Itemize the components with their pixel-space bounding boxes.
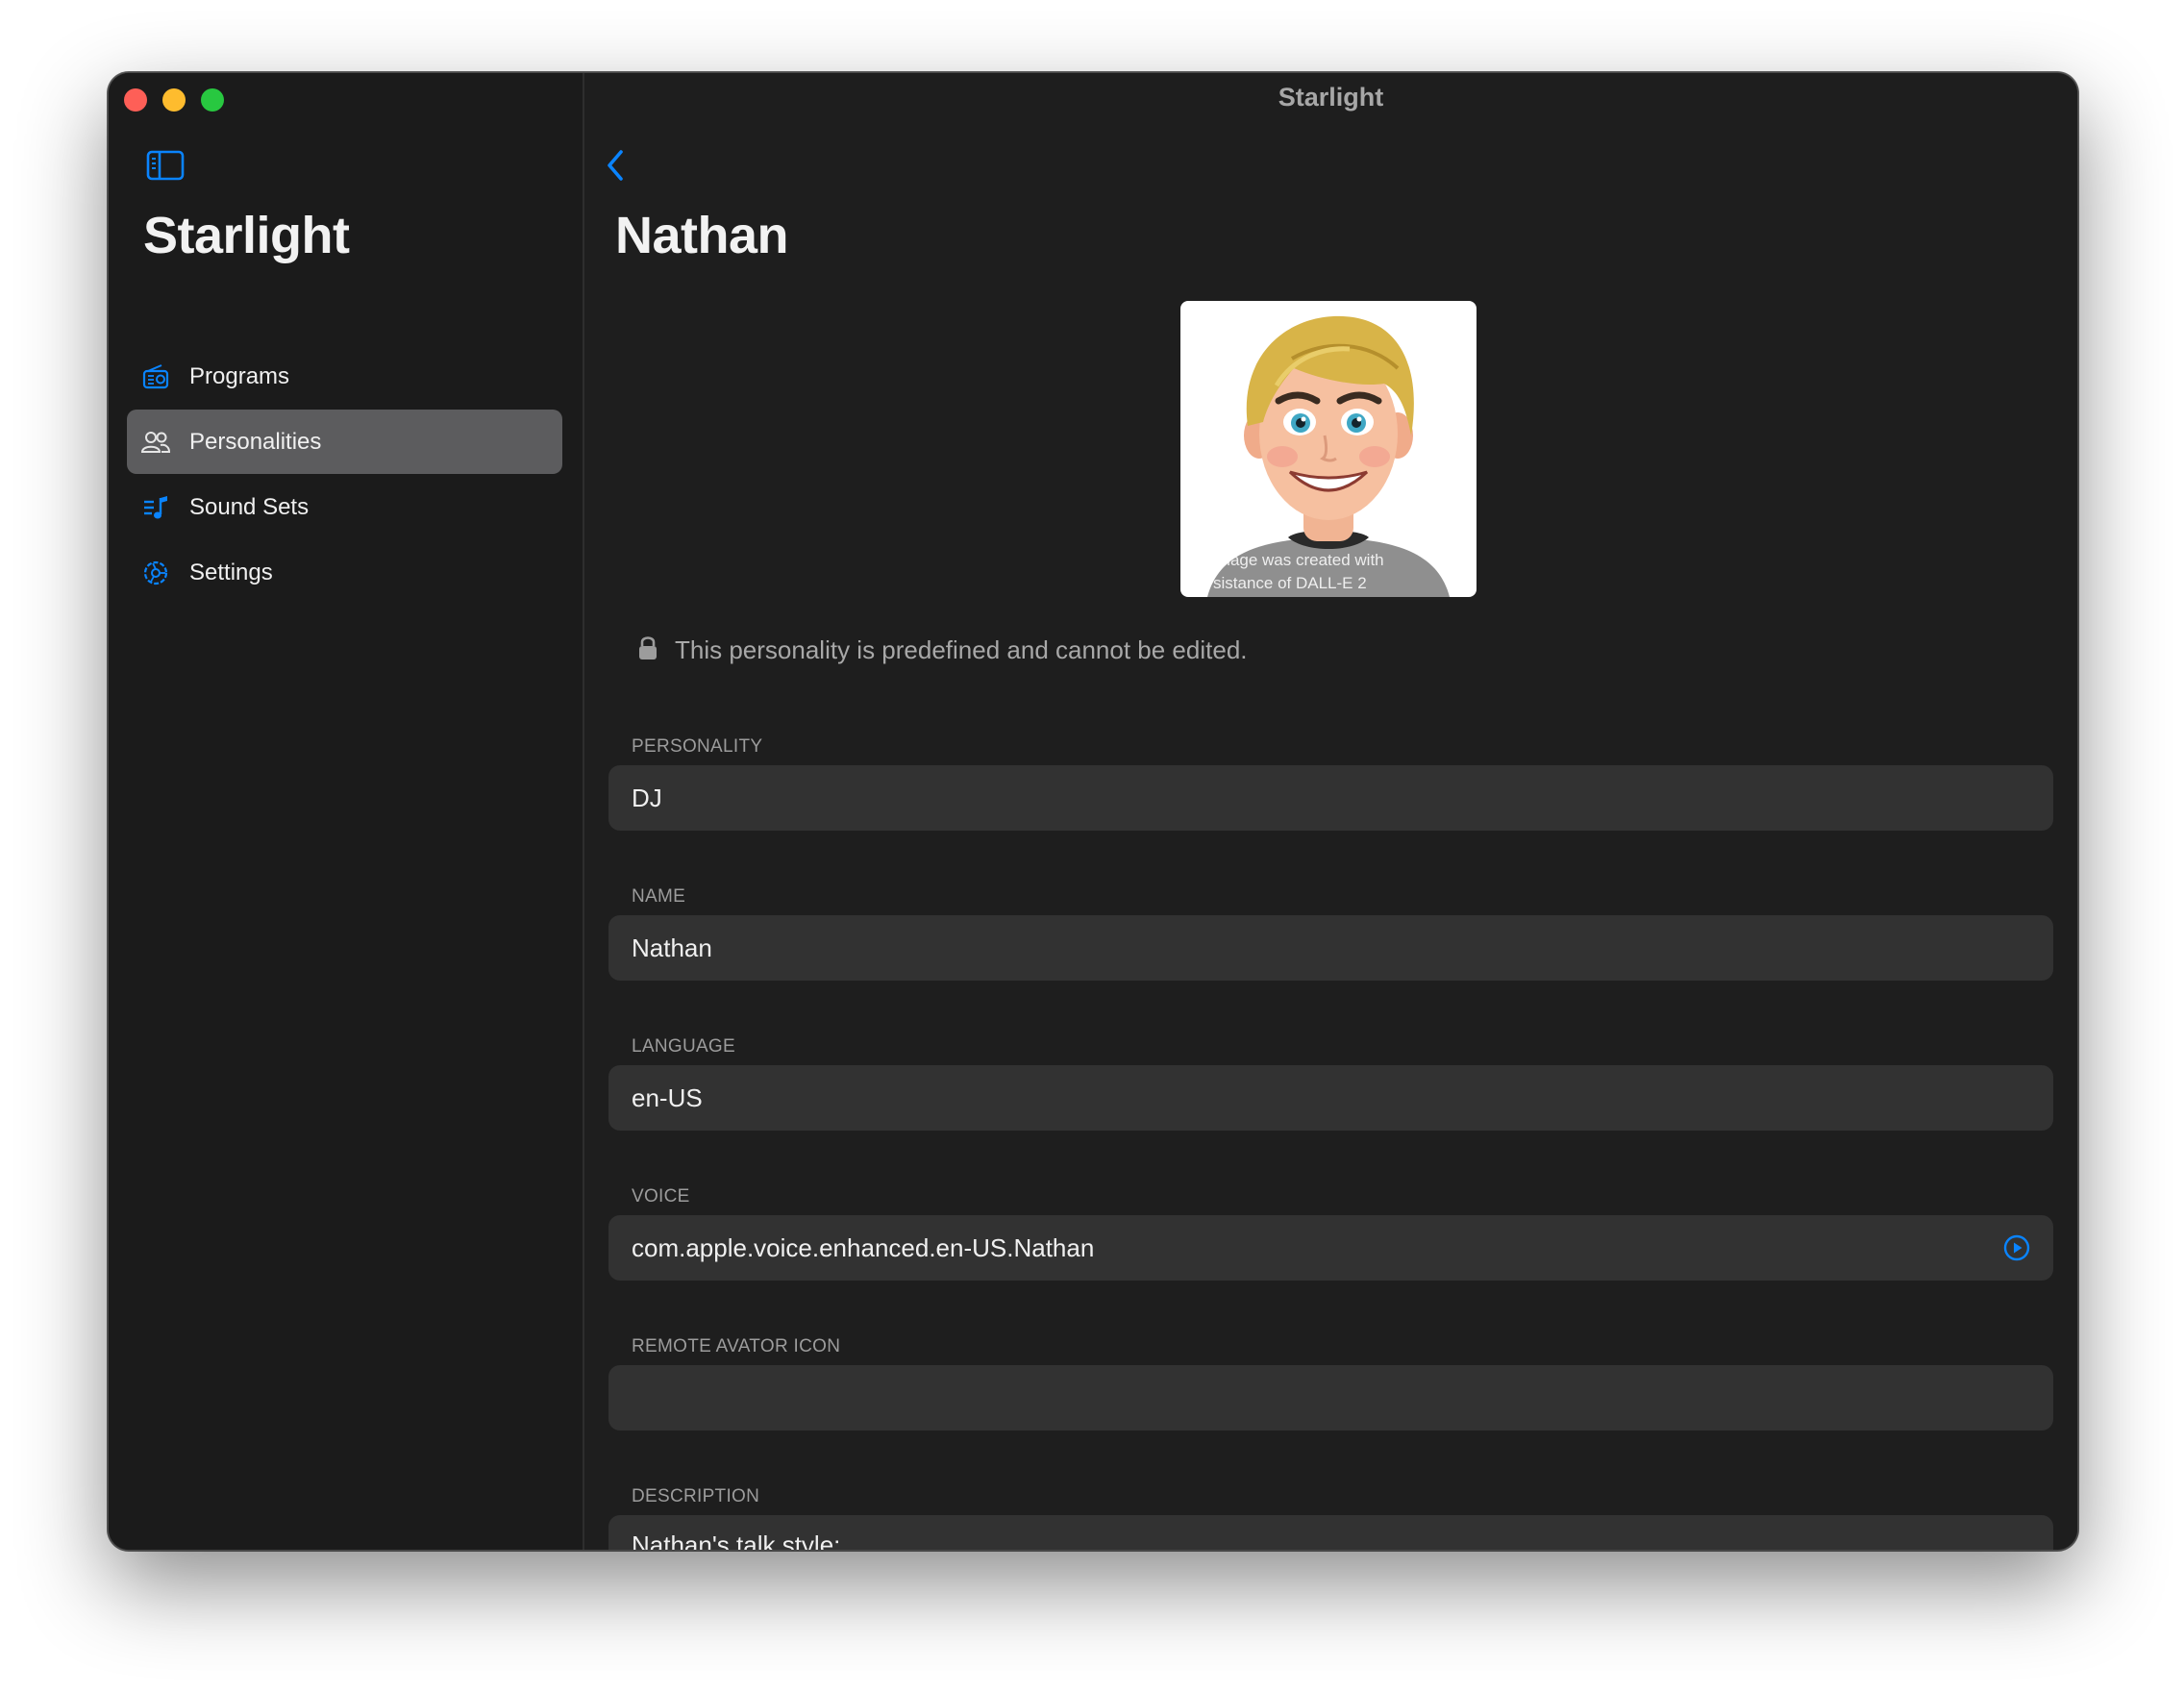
description-value: Nathan's talk style: (632, 1530, 841, 1550)
close-window-button[interactable] (124, 88, 147, 112)
sidebar-item-label: Sound Sets (189, 493, 310, 520)
gear-icon (140, 558, 171, 588)
sidebar-item-sound-sets[interactable]: Sound Sets (127, 475, 562, 539)
sidebar-item-personalities[interactable]: Personalities (127, 410, 562, 474)
language-value: en-US (632, 1082, 703, 1112)
page-title: Nathan (615, 207, 789, 264)
sidebar-toggle-icon[interactable] (146, 150, 185, 181)
personality-field[interactable]: DJ (608, 765, 2053, 831)
sidebar-nav: Programs Personalities Sound Sets Settin… (127, 344, 562, 606)
avatar-caption: image was created with sistance of DALL-… (1213, 549, 1453, 595)
detail-pane: Starlight Nathan image was created with … (584, 73, 2077, 1550)
personality-label: PERSONALITY (632, 736, 763, 757)
window-controls (124, 88, 224, 112)
sidebar: Starlight Programs Personalities Sound S… (109, 73, 584, 1550)
zoom-window-button[interactable] (201, 88, 224, 112)
play-voice-icon[interactable] (2003, 1234, 2030, 1261)
voice-field[interactable]: com.apple.voice.enhanced.en-US.Nathan (608, 1215, 2053, 1281)
personality-form: PERSONALITY DJ NAME Nathan LANGUAGE en-U… (608, 733, 2053, 1550)
remote-avatar-icon-field[interactable] (608, 1365, 2053, 1431)
description-label: DESCRIPTION (632, 1486, 760, 1506)
minimize-window-button[interactable] (162, 88, 186, 112)
personality-value: DJ (632, 783, 662, 812)
window-title: Starlight (1278, 83, 1384, 112)
avatar-image: image was created with sistance of DALL-… (1180, 301, 1477, 597)
voice-value: com.apple.voice.enhanced.en-US.Nathan (632, 1232, 1095, 1262)
sidebar-item-label: Personalities (189, 428, 322, 455)
radio-icon (140, 361, 171, 392)
avatar-caption-line: image was created with (1213, 551, 1384, 569)
back-chevron-icon[interactable] (602, 146, 629, 185)
voice-label: VOICE (632, 1186, 690, 1207)
sidebar-item-settings[interactable]: Settings (127, 540, 562, 605)
name-field[interactable]: Nathan (608, 915, 2053, 981)
sidebar-app-title: Starlight (143, 207, 350, 264)
app-window: Starlight Programs Personalities Sound S… (108, 72, 2078, 1551)
sidebar-item-label: Programs (189, 362, 290, 389)
lock-icon (638, 635, 658, 665)
description-field[interactable]: Nathan's talk style: (608, 1515, 2053, 1550)
language-field[interactable]: en-US (608, 1065, 2053, 1131)
sidebar-item-programs[interactable]: Programs (127, 344, 562, 409)
read-only-notice: This personality is predefined and canno… (638, 635, 1248, 665)
name-label: NAME (632, 886, 686, 907)
name-value: Nathan (632, 933, 712, 962)
avatar-caption-line: sistance of DALL-E 2 (1213, 574, 1367, 592)
notice-text: This personality is predefined and canno… (675, 635, 1248, 664)
language-label: LANGUAGE (632, 1036, 735, 1057)
music-list-icon (140, 492, 171, 523)
people-icon (140, 427, 171, 458)
remote-avatar-icon-label: REMOTE AVATOR ICON (632, 1336, 841, 1356)
sidebar-item-label: Settings (189, 559, 273, 585)
